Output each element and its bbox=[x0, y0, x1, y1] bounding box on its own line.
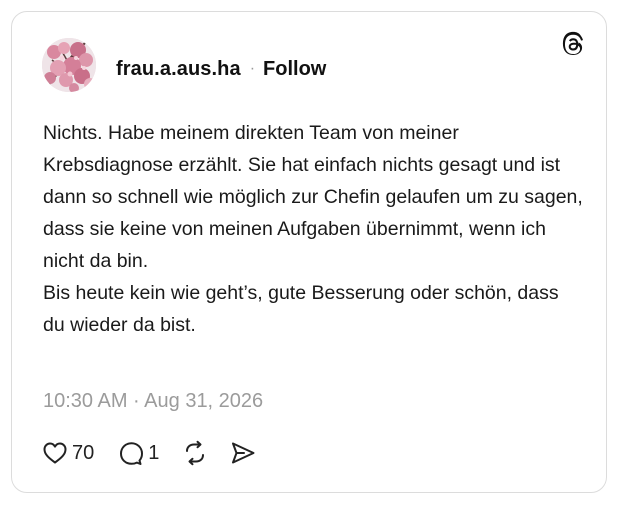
heart-icon bbox=[43, 442, 67, 464]
action-bar: 70 1 bbox=[42, 438, 257, 468]
reply-button[interactable]: 1 bbox=[118, 440, 159, 466]
like-count: 70 bbox=[72, 441, 95, 464]
separator-dot: · bbox=[249, 60, 256, 77]
avatar-blossom-image bbox=[42, 38, 96, 92]
threads-logo-icon[interactable] bbox=[559, 30, 587, 58]
post-paragraph: Nichts. Habe meinem direkten Team von me… bbox=[43, 122, 583, 272]
username[interactable]: frau.a.aus.ha bbox=[116, 58, 241, 81]
post-paragraph: Bis heute kein wie geht’s, gute Besserun… bbox=[43, 282, 559, 336]
post-header: frau.a.aus.ha · Follow bbox=[116, 56, 326, 82]
post-body: Nichts. Habe meinem direkten Team von me… bbox=[43, 117, 583, 341]
avatar[interactable] bbox=[42, 38, 96, 92]
share-button[interactable] bbox=[229, 440, 257, 466]
like-button[interactable]: 70 bbox=[42, 441, 94, 465]
send-icon bbox=[232, 442, 255, 464]
follow-button[interactable]: Follow bbox=[263, 58, 326, 81]
repost-button[interactable] bbox=[181, 440, 209, 466]
threads-post-card: frau.a.aus.ha · Follow Nichts. Habe mein… bbox=[11, 11, 607, 493]
comment-bubble-icon bbox=[120, 442, 144, 465]
post-timestamp[interactable]: 10:30 AM · Aug 31, 2026 bbox=[43, 390, 263, 413]
repost-icon bbox=[186, 440, 205, 466]
reply-count: 1 bbox=[148, 441, 160, 464]
